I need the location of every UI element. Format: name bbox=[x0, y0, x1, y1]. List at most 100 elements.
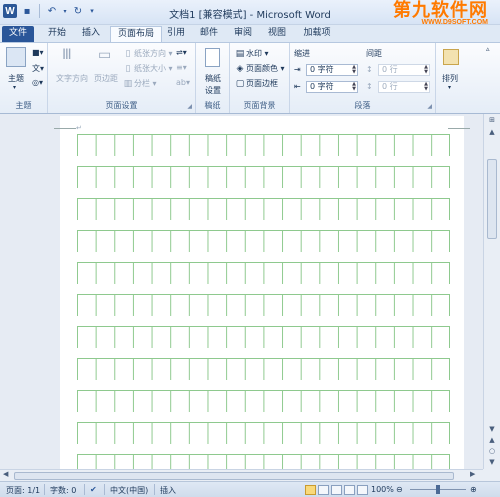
group-themes: 主题 ▾ ■▾ 文▾ ◎▾ 主题 bbox=[0, 43, 48, 113]
spin-arrows-icon[interactable]: ▲ ▼ bbox=[352, 82, 356, 92]
ribbon: 主题 ▾ ■▾ 文▾ ◎▾ 主题 Ⅲ 文字方向 ▭ 页边距 ▯ 纸张方向 ▾ ▯ 纸… bbox=[0, 42, 500, 114]
zoom-in-icon[interactable]: ⊕ bbox=[470, 485, 477, 494]
paragraph-mark: ↵ bbox=[76, 124, 82, 132]
columns-button[interactable]: ▥ 分栏 ▾ bbox=[122, 78, 157, 89]
indent-right-value: 0 字符 bbox=[310, 82, 334, 91]
spacing-header: 间距 bbox=[366, 49, 382, 58]
size-label: 纸张大小 bbox=[134, 64, 166, 73]
zoom-out-icon[interactable]: ⊖ bbox=[396, 485, 403, 494]
status-separator bbox=[44, 484, 45, 495]
paragraph-launcher-icon[interactable]: ◢ bbox=[427, 103, 432, 110]
orientation-label: 纸张方向 bbox=[134, 49, 166, 58]
proofing-icon[interactable]: ✔ bbox=[90, 485, 97, 494]
group-label-page-setup: 页面设置 bbox=[105, 101, 138, 110]
themes-icon[interactable] bbox=[6, 47, 26, 67]
page-borders-icon: ▢ bbox=[235, 79, 245, 89]
spin-arrows-icon[interactable]: ▲ ▼ bbox=[352, 65, 356, 75]
prev-page-icon[interactable]: ▲ bbox=[484, 436, 500, 444]
themes-button[interactable]: 主题 bbox=[8, 73, 24, 84]
tab-addins[interactable]: 加载项 bbox=[298, 26, 336, 42]
page-borders-button[interactable]: ▢ 页面边框 bbox=[234, 78, 278, 89]
spacing-after-icon: ↕ bbox=[366, 82, 373, 91]
group-label-themes: 主题 bbox=[15, 101, 32, 110]
arrange-icon[interactable] bbox=[443, 49, 459, 65]
scroll-right-icon[interactable]: ▶ bbox=[470, 470, 475, 478]
status-language[interactable]: 中文(中国) bbox=[110, 485, 148, 496]
theme-fonts-icon[interactable]: 文▾ bbox=[32, 63, 44, 74]
hyphenation-icon[interactable]: ab▾ bbox=[176, 78, 190, 87]
tab-mailings[interactable]: 邮件 bbox=[194, 26, 224, 42]
full-screen-view-icon[interactable] bbox=[318, 485, 329, 495]
size-button[interactable]: ▯ 纸张大小 ▾ bbox=[122, 63, 173, 74]
draft-view-icon[interactable] bbox=[357, 485, 368, 495]
next-page-icon[interactable]: ▼ bbox=[484, 458, 500, 466]
outline-view-icon[interactable] bbox=[344, 485, 355, 495]
group-paragraph: 缩进 ⇥ 0 字符 ▲ ▼ ⇤ 0 字符 ▲ ▼ 间距 ↕ 0 行 ▲ ▼ ↕ 0 行 ▲ ▼ … bbox=[290, 43, 436, 113]
margin-mark-right bbox=[448, 128, 470, 129]
page-color-label: 页面颜色 bbox=[246, 64, 278, 73]
zoom-slider-knob[interactable] bbox=[436, 485, 440, 494]
indent-right-field[interactable]: 0 字符 ▲ ▼ bbox=[306, 81, 358, 93]
site-watermark: 第九软件网 WWW.D9SOFT.COM bbox=[393, 1, 488, 26]
tab-review[interactable]: 审阅 bbox=[228, 26, 258, 42]
web-layout-view-icon[interactable] bbox=[331, 485, 342, 495]
arrange-button[interactable]: 排列 bbox=[442, 73, 458, 84]
spin-arrows-icon[interactable]: ▲ ▼ bbox=[424, 65, 428, 75]
horizontal-scrollbar[interactable]: ◀ ▶ bbox=[0, 469, 483, 481]
themes-dropdown-icon[interactable]: ▾ bbox=[13, 84, 16, 91]
tab-insert[interactable]: 插入 bbox=[76, 26, 106, 42]
theme-effects-icon[interactable]: ◎▾ bbox=[32, 78, 43, 87]
status-separator bbox=[104, 484, 105, 495]
print-layout-view-icon[interactable] bbox=[305, 485, 316, 495]
status-separator bbox=[84, 484, 85, 495]
size-icon: ▯ bbox=[125, 64, 131, 74]
tab-home[interactable]: 开始 bbox=[42, 26, 72, 42]
line-numbers-icon[interactable]: ≡▾ bbox=[176, 63, 187, 72]
group-label-manuscript: 稿纸 bbox=[204, 101, 221, 110]
ribbon-minimize-icon[interactable]: ▵ bbox=[486, 45, 490, 53]
spacing-before-field[interactable]: 0 行 ▲ ▼ bbox=[378, 64, 430, 76]
page-setup-launcher-icon[interactable]: ◢ bbox=[187, 103, 192, 110]
status-words[interactable]: 字数: 0 bbox=[50, 485, 76, 496]
horizontal-scroll-thumb[interactable] bbox=[14, 472, 454, 480]
text-direction-button[interactable]: 文字方向 bbox=[56, 73, 88, 84]
vertical-scroll-thumb[interactable] bbox=[487, 159, 497, 239]
breaks-icon[interactable]: ⇌▾ bbox=[176, 48, 187, 57]
status-bar: 页面: 1/1 字数: 0 ✔ 中文(中国) 插入 100% ⊖ ⊕ bbox=[0, 481, 500, 497]
tab-file[interactable]: 文件 bbox=[2, 26, 34, 42]
scroll-down-icon[interactable]: ▼ bbox=[484, 425, 500, 433]
browse-object-icon[interactable]: ○ bbox=[484, 447, 500, 455]
status-insert-mode[interactable]: 插入 bbox=[160, 485, 176, 496]
status-zoom[interactable]: 100% bbox=[371, 485, 394, 494]
ruler-toggle-icon[interactable]: ⊞ bbox=[484, 116, 500, 124]
group-label-page-background: 页面背景 bbox=[243, 101, 276, 110]
spin-arrows-icon[interactable]: ▲ ▼ bbox=[424, 82, 428, 92]
indent-left-value: 0 字符 bbox=[310, 65, 334, 74]
text-direction-icon[interactable]: Ⅲ bbox=[62, 47, 72, 63]
scroll-left-icon[interactable]: ◀ bbox=[3, 470, 8, 478]
manuscript-button-line2[interactable]: 设置 bbox=[205, 85, 221, 96]
arrange-dropdown-icon[interactable]: ▾ bbox=[448, 84, 451, 91]
orientation-button[interactable]: ▯ 纸张方向 ▾ bbox=[122, 48, 173, 59]
page-color-button[interactable]: ◈ 页面颜色 ▾ bbox=[234, 63, 285, 74]
spacing-after-field[interactable]: 0 行 ▲ ▼ bbox=[378, 81, 430, 93]
page[interactable]: ↵ bbox=[54, 116, 470, 469]
manuscript-icon[interactable] bbox=[205, 48, 220, 67]
indent-left-field[interactable]: 0 字符 ▲ ▼ bbox=[306, 64, 358, 76]
page-color-icon: ◈ bbox=[236, 64, 244, 74]
tab-page-layout[interactable]: 页面布局 bbox=[110, 26, 162, 42]
manuscript-grid[interactable] bbox=[77, 134, 450, 469]
manuscript-button-line1[interactable]: 稿纸 bbox=[205, 73, 221, 84]
margins-icon[interactable]: ▭ bbox=[98, 47, 111, 63]
group-page-background: ▤ 水印 ▾ ◈ 页面颜色 ▾ ▢ 页面边框 页面背景 bbox=[230, 43, 290, 113]
scroll-corner bbox=[483, 469, 500, 481]
page-borders-label: 页面边框 bbox=[246, 79, 278, 88]
watermark-button[interactable]: ▤ 水印 ▾ bbox=[234, 48, 269, 59]
vertical-scrollbar[interactable]: ⊞ ▲ ▼ ▲ ○ ▼ bbox=[483, 114, 500, 469]
margins-button[interactable]: 页边距 bbox=[94, 73, 118, 84]
tab-view[interactable]: 视图 bbox=[262, 26, 292, 42]
scroll-up-icon[interactable]: ▲ bbox=[484, 128, 500, 136]
tab-references[interactable]: 引用 bbox=[164, 26, 188, 42]
theme-colors-icon[interactable]: ■▾ bbox=[32, 48, 44, 57]
status-page[interactable]: 页面: 1/1 bbox=[6, 485, 40, 496]
